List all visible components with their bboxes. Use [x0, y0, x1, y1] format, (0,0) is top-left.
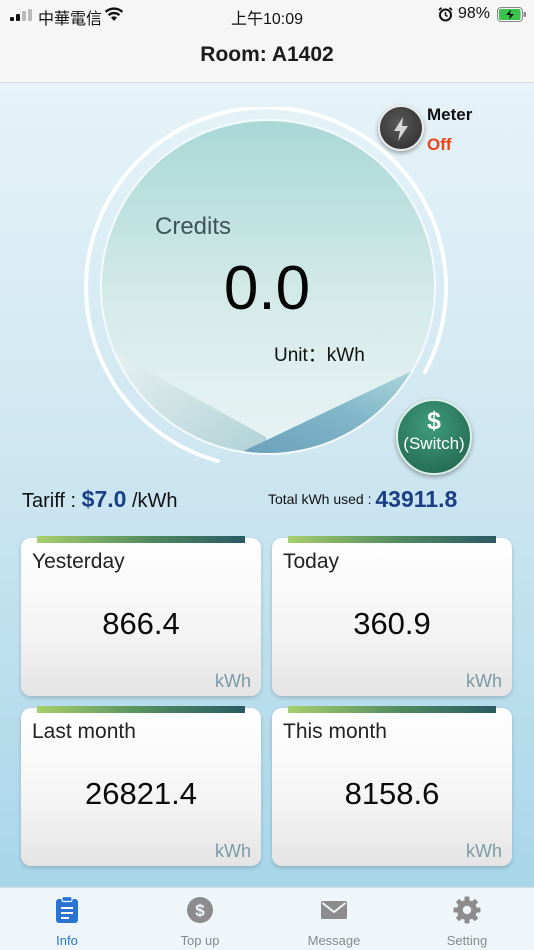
room-title: Room: A1402	[200, 43, 334, 66]
meter-power-button[interactable]	[378, 105, 424, 151]
stat-card-last-month: Last month 26821.4 kWh	[21, 706, 261, 866]
card-title: Today	[283, 550, 340, 573]
tariff-info: Tariff : $7.0 /kWh	[22, 486, 178, 513]
card-unit: kWh	[466, 671, 502, 691]
clipboard-icon	[56, 896, 78, 923]
card-accent-bar	[37, 706, 245, 713]
nav-tab-setting[interactable]: Setting	[417, 888, 517, 950]
card-accent-bar	[37, 536, 245, 543]
switch-label: (Switch)	[403, 434, 465, 453]
card-unit: kWh	[215, 841, 251, 861]
total-value: 43911.8	[375, 486, 458, 512]
nav-tab-message[interactable]: Message	[284, 888, 384, 950]
meter-label: Meter	[427, 105, 473, 124]
card-value: 26821.4	[84, 776, 198, 811]
card-value: 8158.6	[344, 776, 440, 811]
nav-tab-info[interactable]: Info	[17, 888, 117, 950]
credits-label: Credits	[155, 213, 232, 240]
card-accent-bar	[288, 536, 496, 543]
tariff-unit: /kWh	[131, 490, 178, 512]
battery-charging-icon	[497, 7, 526, 22]
envelope-icon	[321, 901, 347, 919]
tariff-value: $7.0	[81, 486, 127, 512]
stat-card-this-month: This month 8158.6 kWh	[272, 706, 512, 866]
dollar-coin-icon: $	[187, 897, 213, 923]
svg-text:$: $	[195, 901, 205, 920]
gear-icon	[453, 896, 481, 924]
app-header: Room: A1402	[0, 30, 534, 83]
card-unit: kWh	[215, 671, 251, 691]
nav-tab-top-up[interactable]: $ Top up	[150, 888, 250, 950]
card-title: Last month	[32, 720, 136, 743]
stat-card-today: Today 360.9 kWh	[272, 536, 512, 696]
lightning-bolt-icon	[394, 117, 408, 141]
alarm-clock-icon	[438, 7, 453, 22]
status-time: 上午10:09	[230, 11, 304, 28]
status-bar: 中華電信 上午10:09 98%	[0, 0, 534, 30]
tariff-label: Tariff :	[22, 490, 77, 512]
credits-unit: Unit：kWh	[274, 345, 365, 366]
card-accent-bar	[288, 706, 496, 713]
total-usage: Total kWh used : 43911.8	[268, 486, 457, 513]
main-content: Meter Off Credits 0.0 Unit：kWh $ (Switch…	[0, 83, 534, 887]
dollar-icon: $	[427, 407, 441, 435]
credits-value: 0.0	[223, 254, 311, 323]
nav-label: Info	[56, 933, 78, 948]
nav-label: Setting	[446, 933, 488, 948]
card-value: 360.9	[353, 606, 431, 641]
switch-button[interactable]: $ (Switch)	[396, 399, 472, 475]
nav-label: Top up	[180, 933, 220, 948]
card-title: Yesterday	[32, 550, 125, 573]
battery-percent: 98%	[458, 5, 491, 22]
nav-label: Message	[307, 933, 361, 948]
bottom-nav: Info $ Top up Message Setting	[0, 887, 534, 950]
stat-card-yesterday: Yesterday 866.4 kWh	[21, 536, 261, 696]
card-value: 866.4	[102, 606, 180, 641]
card-title: This month	[283, 720, 387, 743]
meter-status: Off	[427, 135, 452, 154]
card-unit: kWh	[466, 841, 502, 861]
total-label: Total kWh used :	[268, 491, 372, 507]
